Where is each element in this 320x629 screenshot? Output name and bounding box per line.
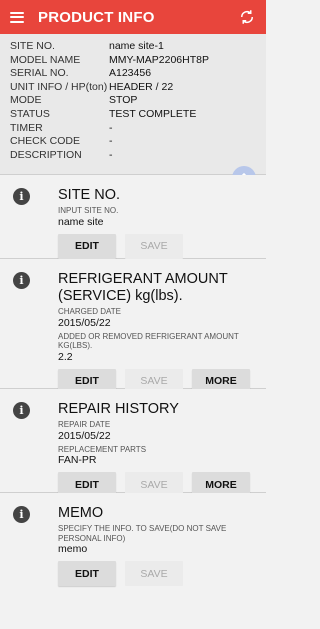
site-no-save-button[interactable]: SAVE xyxy=(125,233,183,259)
memo-save-button[interactable]: SAVE xyxy=(125,561,183,586)
info-icon: i xyxy=(13,188,30,205)
section-title: MEMO xyxy=(58,505,104,521)
info-row-description: DESCRIPTION - xyxy=(10,148,113,161)
info-row-check-code: CHECK CODE - xyxy=(10,135,113,148)
section-title: SITE NO. xyxy=(58,187,121,203)
info-row-mode: MODE STOP xyxy=(10,94,138,107)
site-no-input-label: INPUT SITE NO. xyxy=(58,206,119,215)
info-row-model-name: MODEL NAME MMY-MAP2206HT8P xyxy=(10,53,209,66)
info-row-unit-info: UNIT INFO / HP(ton) HEADER / 22 xyxy=(10,80,174,93)
info-icon: i xyxy=(13,272,30,289)
charged-date-value: 2015/05/22 xyxy=(58,316,111,329)
info-row-timer: TIMER - xyxy=(10,121,113,134)
refrigerant-amount-label: ADDED OR REMOVED REFRIGERANT AMOUNT kg(l… xyxy=(58,331,239,351)
memo-section: i MEMO SPECIFY THE INFO. TO SAVE(DO NOT … xyxy=(0,493,266,598)
info-icon: i xyxy=(13,402,30,419)
info-icon: i xyxy=(13,506,30,523)
page-title: PRODUCT INFO xyxy=(38,8,155,26)
info-row-serial-no: SERIAL NO. A123456 xyxy=(10,67,152,80)
repair-date-value: 2015/05/22 xyxy=(58,429,111,442)
charged-date-label: CHARGED DATE xyxy=(58,307,121,316)
repair-history-section: i REPAIR HISTORY REPAIR DATE 2015/05/22 … xyxy=(0,389,266,497)
app-header: PRODUCT INFO xyxy=(0,0,266,34)
repair-date-label: REPAIR DATE xyxy=(58,420,111,429)
site-no-section: i SITE NO. INPUT SITE NO. name site EDIT… xyxy=(0,175,266,259)
info-row-site-no: SITE NO. name site-1 xyxy=(10,40,164,52)
replacement-parts-value: FAN-PR xyxy=(58,454,97,466)
site-no-edit-button[interactable]: EDIT xyxy=(58,233,116,259)
section-title: REPAIR HISTORY xyxy=(58,401,179,417)
refresh-icon[interactable] xyxy=(238,8,256,26)
replacement-parts-label: REPLACEMENT PARTS xyxy=(58,444,147,454)
site-no-value: name site xyxy=(58,215,104,228)
memo-edit-button[interactable]: EDIT xyxy=(58,561,116,586)
refrigerant-section: i REFRIGERANT AMOUNT (SERVICE) kg(lbs). … xyxy=(0,259,266,394)
memo-value: memo xyxy=(58,543,88,555)
refrigerant-amount-value: 2.2 xyxy=(58,350,73,363)
section-title: REFRIGERANT AMOUNT (SERVICE) kg(lbs). xyxy=(58,271,228,304)
memo-hint-label: SPECIFY THE INFO. TO SAVE(DO NOT SAVE PE… xyxy=(58,524,227,543)
info-row-status: STATUS TEST COMPLETE xyxy=(10,107,197,120)
hamburger-menu-icon[interactable] xyxy=(10,11,24,23)
product-info-table: SITE NO. name site-1 MODEL NAME MMY-MAP220… xyxy=(0,34,266,175)
